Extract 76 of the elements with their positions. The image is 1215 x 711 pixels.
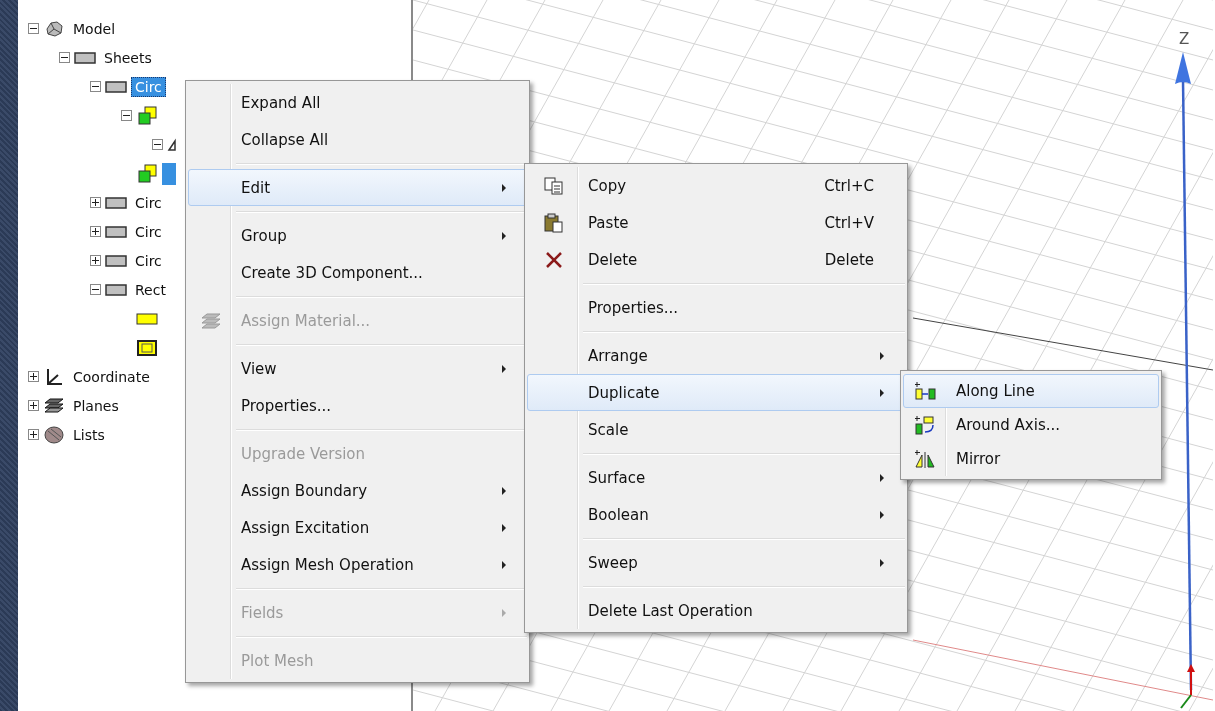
tree-item[interactable]: Circ: [131, 221, 166, 242]
menu-item[interactable]: Expand All: [188, 84, 527, 121]
tree-item[interactable]: Planes: [69, 395, 123, 416]
menu-item[interactable]: Boolean: [527, 496, 905, 533]
axis-label: Z: [1179, 30, 1190, 48]
submenu-arrow-icon: [880, 510, 884, 519]
squares-icon: [136, 163, 158, 184]
clipboard-icon: [544, 212, 564, 233]
sheet-icon: [105, 253, 127, 268]
expand-toggle[interactable]: [28, 429, 39, 440]
sheet-icon: [105, 224, 127, 239]
submenu-arrow-icon: [502, 364, 506, 373]
submenu-arrow-icon: [502, 560, 506, 569]
frame-icon: [136, 339, 158, 356]
tree-item[interactable]: Rect: [131, 279, 170, 300]
collapse-toggle[interactable]: [121, 110, 132, 121]
menu-item[interactable]: Mirror: [903, 442, 1159, 476]
submenu-arrow-icon: [502, 523, 506, 532]
collapse-toggle[interactable]: [59, 52, 70, 63]
tree-item[interactable]: Circ: [131, 192, 166, 213]
squares-icon: [136, 105, 158, 126]
menu-item[interactable]: Properties...: [527, 289, 905, 326]
submenu-arrow-icon: [502, 486, 506, 495]
along-line-icon: [914, 381, 938, 401]
tree-item[interactable]: Circ: [131, 250, 166, 271]
shape-icon: [167, 137, 177, 152]
menu-item[interactable]: Assign Boundary: [188, 472, 527, 509]
menu-item[interactable]: Along Line: [903, 374, 1159, 408]
sheet-icon: [105, 282, 127, 297]
expand-toggle[interactable]: [28, 400, 39, 411]
tree-item[interactable]: Lists: [69, 424, 109, 445]
expand-toggle[interactable]: [28, 371, 39, 382]
sheet-icon: [105, 79, 127, 94]
rectangle-icon: [136, 311, 158, 326]
menu-item[interactable]: Delete Last Operation: [527, 592, 905, 629]
collapse-toggle[interactable]: [90, 81, 101, 92]
tree-item[interactable]: Coordinate: [69, 366, 154, 387]
delete-icon: [545, 250, 563, 269]
menu-item[interactable]: Copy Ctrl+C: [527, 167, 905, 204]
mirror-icon: [914, 449, 938, 469]
expand-toggle[interactable]: [90, 226, 101, 237]
submenu-arrow-icon: [880, 558, 884, 567]
menu-item[interactable]: Edit: [188, 169, 527, 206]
menu-item[interactable]: Assign Mesh Operation: [188, 546, 527, 583]
menu-item[interactable]: View: [188, 350, 527, 387]
layers-icon: [200, 312, 222, 329]
menu-item[interactable]: Collapse All: [188, 121, 527, 158]
menu-item[interactable]: Arrange: [527, 337, 905, 374]
expand-toggle[interactable]: [90, 197, 101, 208]
menu-item[interactable]: Group: [188, 217, 527, 254]
menu-item[interactable]: Create 3D Component...: [188, 254, 527, 291]
menu-item[interactable]: Paste Ctrl+V: [527, 204, 905, 241]
lists-icon: [43, 424, 65, 445]
submenu-arrow-icon: [502, 608, 506, 617]
submenu-arrow-icon: [880, 388, 884, 397]
copy-icon: [544, 176, 564, 195]
submenu-arrow-icon: [880, 473, 884, 482]
expand-toggle[interactable]: [90, 255, 101, 266]
sheet-icon: [74, 50, 96, 65]
planes-icon: [43, 397, 65, 414]
submenu-arrow-icon: [880, 351, 884, 360]
menu-item[interactable]: Delete Delete: [527, 241, 905, 278]
collapse-toggle[interactable]: [152, 139, 163, 150]
submenu-arrow-icon: [502, 183, 506, 192]
collapse-toggle[interactable]: [28, 23, 39, 34]
tree-item[interactable]: Sheets: [100, 47, 156, 68]
origin-axes-drawing: [1180, 664, 1195, 709]
submenu-arrow-icon: [502, 231, 506, 240]
collapse-toggle[interactable]: [90, 284, 101, 295]
menu-item[interactable]: Assign Excitation: [188, 509, 527, 546]
menu-item[interactable]: Sweep: [527, 544, 905, 581]
tree-item[interactable]: Model: [69, 18, 120, 39]
sheet-icon: [105, 195, 127, 210]
menu-item[interactable]: Around Axis...: [903, 408, 1159, 442]
menu-item[interactable]: Properties...: [188, 387, 527, 424]
model-icon: [43, 19, 65, 38]
